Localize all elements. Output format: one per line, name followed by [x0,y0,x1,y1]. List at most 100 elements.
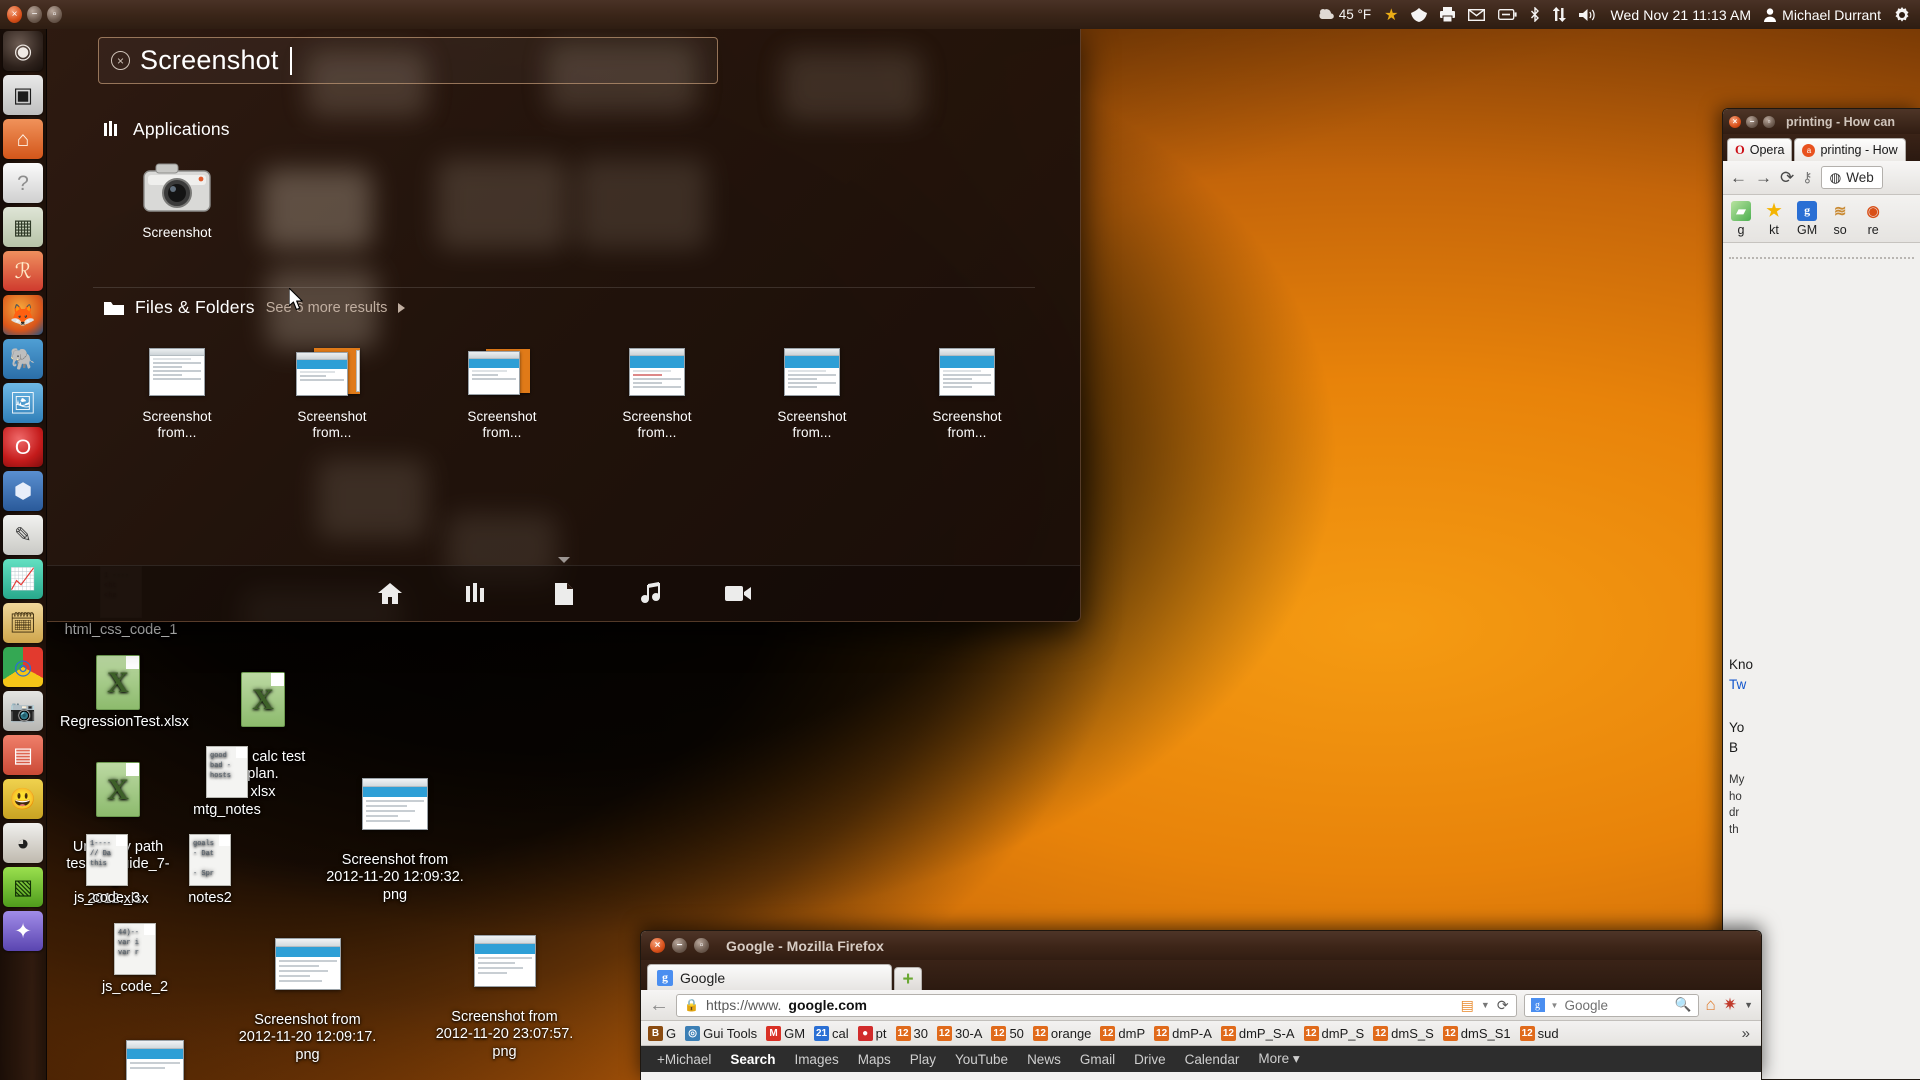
forward-icon[interactable]: → [1755,168,1772,188]
home-icon[interactable]: ⌂ [1706,995,1716,1015]
launcher-item-postgresql[interactable]: 🐘 [3,339,43,379]
opera-tabbar[interactable]: O Opera a printing - How [1723,134,1920,161]
google-nav-search[interactable]: Search [730,1052,775,1067]
chevron-down-icon[interactable]: ▼ [1481,1000,1490,1010]
bookmark-dmp[interactable]: 12 dmP [1100,1025,1145,1041]
dash-lens-bar[interactable] [47,565,1080,621]
launcher-item-pacman-game[interactable]: 😃 [3,779,43,819]
launcher-item-text-editor[interactable]: ✎ [3,515,43,555]
launcher-item-shotwell[interactable]: 🖼 [3,383,43,423]
maximize-icon[interactable]: ▫ [694,938,709,953]
minimize-icon[interactable]: − [1746,115,1758,128]
gear-icon[interactable] [1894,6,1910,23]
launcher-item-zsnes[interactable]: ◕ [3,823,43,863]
bookmark-dmp-s[interactable]: 12 dmP_S [1303,1025,1364,1041]
launcher-item-mines[interactable]: ✦ [3,911,43,951]
maximize-icon[interactable]: ▫ [47,6,62,23]
new-tab-button[interactable]: + [894,967,922,990]
bookmark-cal[interactable]: 21 cal [814,1025,849,1041]
launcher-item-opera[interactable]: O [3,427,43,467]
launcher-item-system-monitor[interactable]: 📈 [3,559,43,599]
search-box[interactable]: g ▼ Google 🔍 [1523,993,1699,1017]
desktop-icon-mtg-notes[interactable]: good bad - hosts mtg_notes [177,740,277,819]
starred-icon[interactable]: ★ [1384,5,1398,25]
google-nav-images[interactable]: Images [794,1052,838,1067]
firefox-tab-google[interactable]: g Google [647,964,892,990]
launcher-item-firefox[interactable]: 🦊 [3,295,43,335]
opera-bookmark-gm[interactable]: g GM [1797,200,1817,237]
bookmark-30[interactable]: 12 30 [895,1025,928,1041]
clock[interactable]: Wed Nov 21 11:13 AM [1610,7,1751,23]
opera-bookmark-g[interactable]: ▰ g [1731,200,1751,237]
dash-file-result[interactable]: Screenshot from... [917,341,1017,441]
back-icon[interactable]: ← [1730,168,1747,188]
lens-home-icon[interactable] [375,579,405,609]
top-panel[interactable]: × − ▫ 45 °F ★ Wed Nov 21 11:13 AM Michae… [0,0,1920,29]
opera-bookmark-bar[interactable]: ▰ g ★ kt g GM ≋ so ◉ re [1723,195,1920,243]
desktop-icon-notes2[interactable]: goals - Dat - Spr notes2 [160,828,260,907]
google-nav-more-[interactable]: More ▾ [1258,1051,1299,1067]
ubuntuone-icon[interactable] [1411,7,1428,22]
firefox-titlebar[interactable]: × − ▫ Google - Mozilla Firefox [641,931,1761,960]
launcher-item-home-folder[interactable]: ⌂ [3,119,43,159]
bookmark-dms-s[interactable]: 12 dmS_S [1373,1025,1434,1041]
bookmark-orange[interactable]: 12 orange [1032,1025,1091,1041]
bookmarks-overflow-icon[interactable]: » [1742,1025,1754,1042]
opera-bookmark-kt[interactable]: ★ kt [1764,201,1784,237]
bookmark-gui-tools[interactable]: ◎ Gui Tools [685,1025,757,1041]
launcher-item-frozen-bubble[interactable]: ▧ [3,867,43,907]
clear-search-icon[interactable]: × [111,51,130,70]
firefox-bookmark-bar[interactable]: B G ◎ Gui Tools M GM 21 cal ● pt 12 30 12 30-A 12 50 12 o… [641,1021,1761,1046]
chevron-right-icon[interactable] [398,302,406,313]
opera-web-search-button[interactable]: ◍ Web [1820,166,1883,189]
dash-result-screenshot-app[interactable]: Screenshot [127,157,227,241]
see-more-results-link[interactable]: See 6 more results [266,300,388,316]
google-nav-calendar[interactable]: Calendar [1185,1052,1240,1067]
opera-tab-printing[interactable]: a printing - How [1794,138,1906,161]
chevron-down-icon[interactable]: ▼ [1744,1000,1753,1010]
desktop-icon-screenshot-120917[interactable]: Screenshot from 2012-11-20 12:09:17. png [235,915,380,1080]
launcher-item-chrome[interactable]: ◎ [3,647,43,687]
close-icon[interactable]: × [1729,115,1741,128]
close-icon[interactable]: × [650,938,665,953]
reload-icon[interactable]: ⟳ [1780,168,1794,188]
launcher-item-spreadsheet[interactable]: ▤ [3,735,43,775]
bookmark-dmp-s-a[interactable]: 12 dmP_S-A [1220,1025,1295,1041]
search-icon[interactable]: 🔍 [1675,997,1692,1013]
reload-icon[interactable]: ⟳ [1497,997,1509,1014]
opera-bookmark-re[interactable]: ◉ re [1863,201,1883,237]
bookmark-30-a[interactable]: 12 30-A [936,1025,982,1041]
desktop-icon-screenshot-120932[interactable]: Screenshot from 2012-11-20 12:09:32. png [325,755,465,921]
dash-search-field[interactable]: × Screenshot [98,37,718,84]
dash-file-result[interactable]: Screenshot from... [452,341,552,441]
launcher-item-virtualbox[interactable]: ⬢ [3,471,43,511]
bookmark-50[interactable]: 12 50 [991,1025,1024,1041]
volume-icon[interactable] [1579,8,1597,22]
lens-music-icon[interactable] [636,579,666,609]
lens-video-icon[interactable] [723,579,753,609]
dash-file-result[interactable]: Screenshot from... [762,341,862,441]
opera-navbar[interactable]: ← → ⟳ ⚷ ◍ Web [1723,161,1920,195]
opera-tab-opera[interactable]: O Opera [1727,138,1793,161]
launcher-item-workspace-switcher[interactable]: ▦ [3,207,43,247]
key-icon[interactable]: ⚷ [1802,169,1812,186]
chevron-down-icon[interactable]: ▼ [1551,1001,1559,1010]
google-nav-gmail[interactable]: Gmail [1080,1052,1115,1067]
lens-applications-icon[interactable] [462,579,492,609]
google-nav-news[interactable]: News [1027,1052,1061,1067]
google-nav-drive[interactable]: Drive [1134,1052,1166,1067]
minimize-icon[interactable]: − [672,938,687,953]
google-nav--michael[interactable]: +Michael [657,1052,711,1067]
firefox-window[interactable]: × − ▫ Google - Mozilla Firefox g Google … [640,930,1762,1080]
dash-file-result[interactable]: Screenshot from... [127,341,227,441]
desktop-icon-js-code-3[interactable]: 1---- // Da this js_code_3 [57,828,157,907]
opera-bookmark-so[interactable]: ≋ so [1830,201,1850,237]
opera-titlebar[interactable]: × − ▫ printing - How can [1723,109,1920,134]
rss-icon[interactable]: ▤ [1461,997,1474,1014]
desktop-icon-regression-test[interactable]: X RegressionTest.xlsx [60,652,189,731]
google-nav-maps[interactable]: Maps [858,1052,891,1067]
bluetooth-icon[interactable] [1530,7,1540,22]
maximize-icon[interactable]: ▫ [1763,115,1775,128]
launcher-item-dash-home[interactable]: ◉ [3,31,43,71]
bookmark-dmp-a[interactable]: 12 dmP-A [1154,1025,1212,1041]
